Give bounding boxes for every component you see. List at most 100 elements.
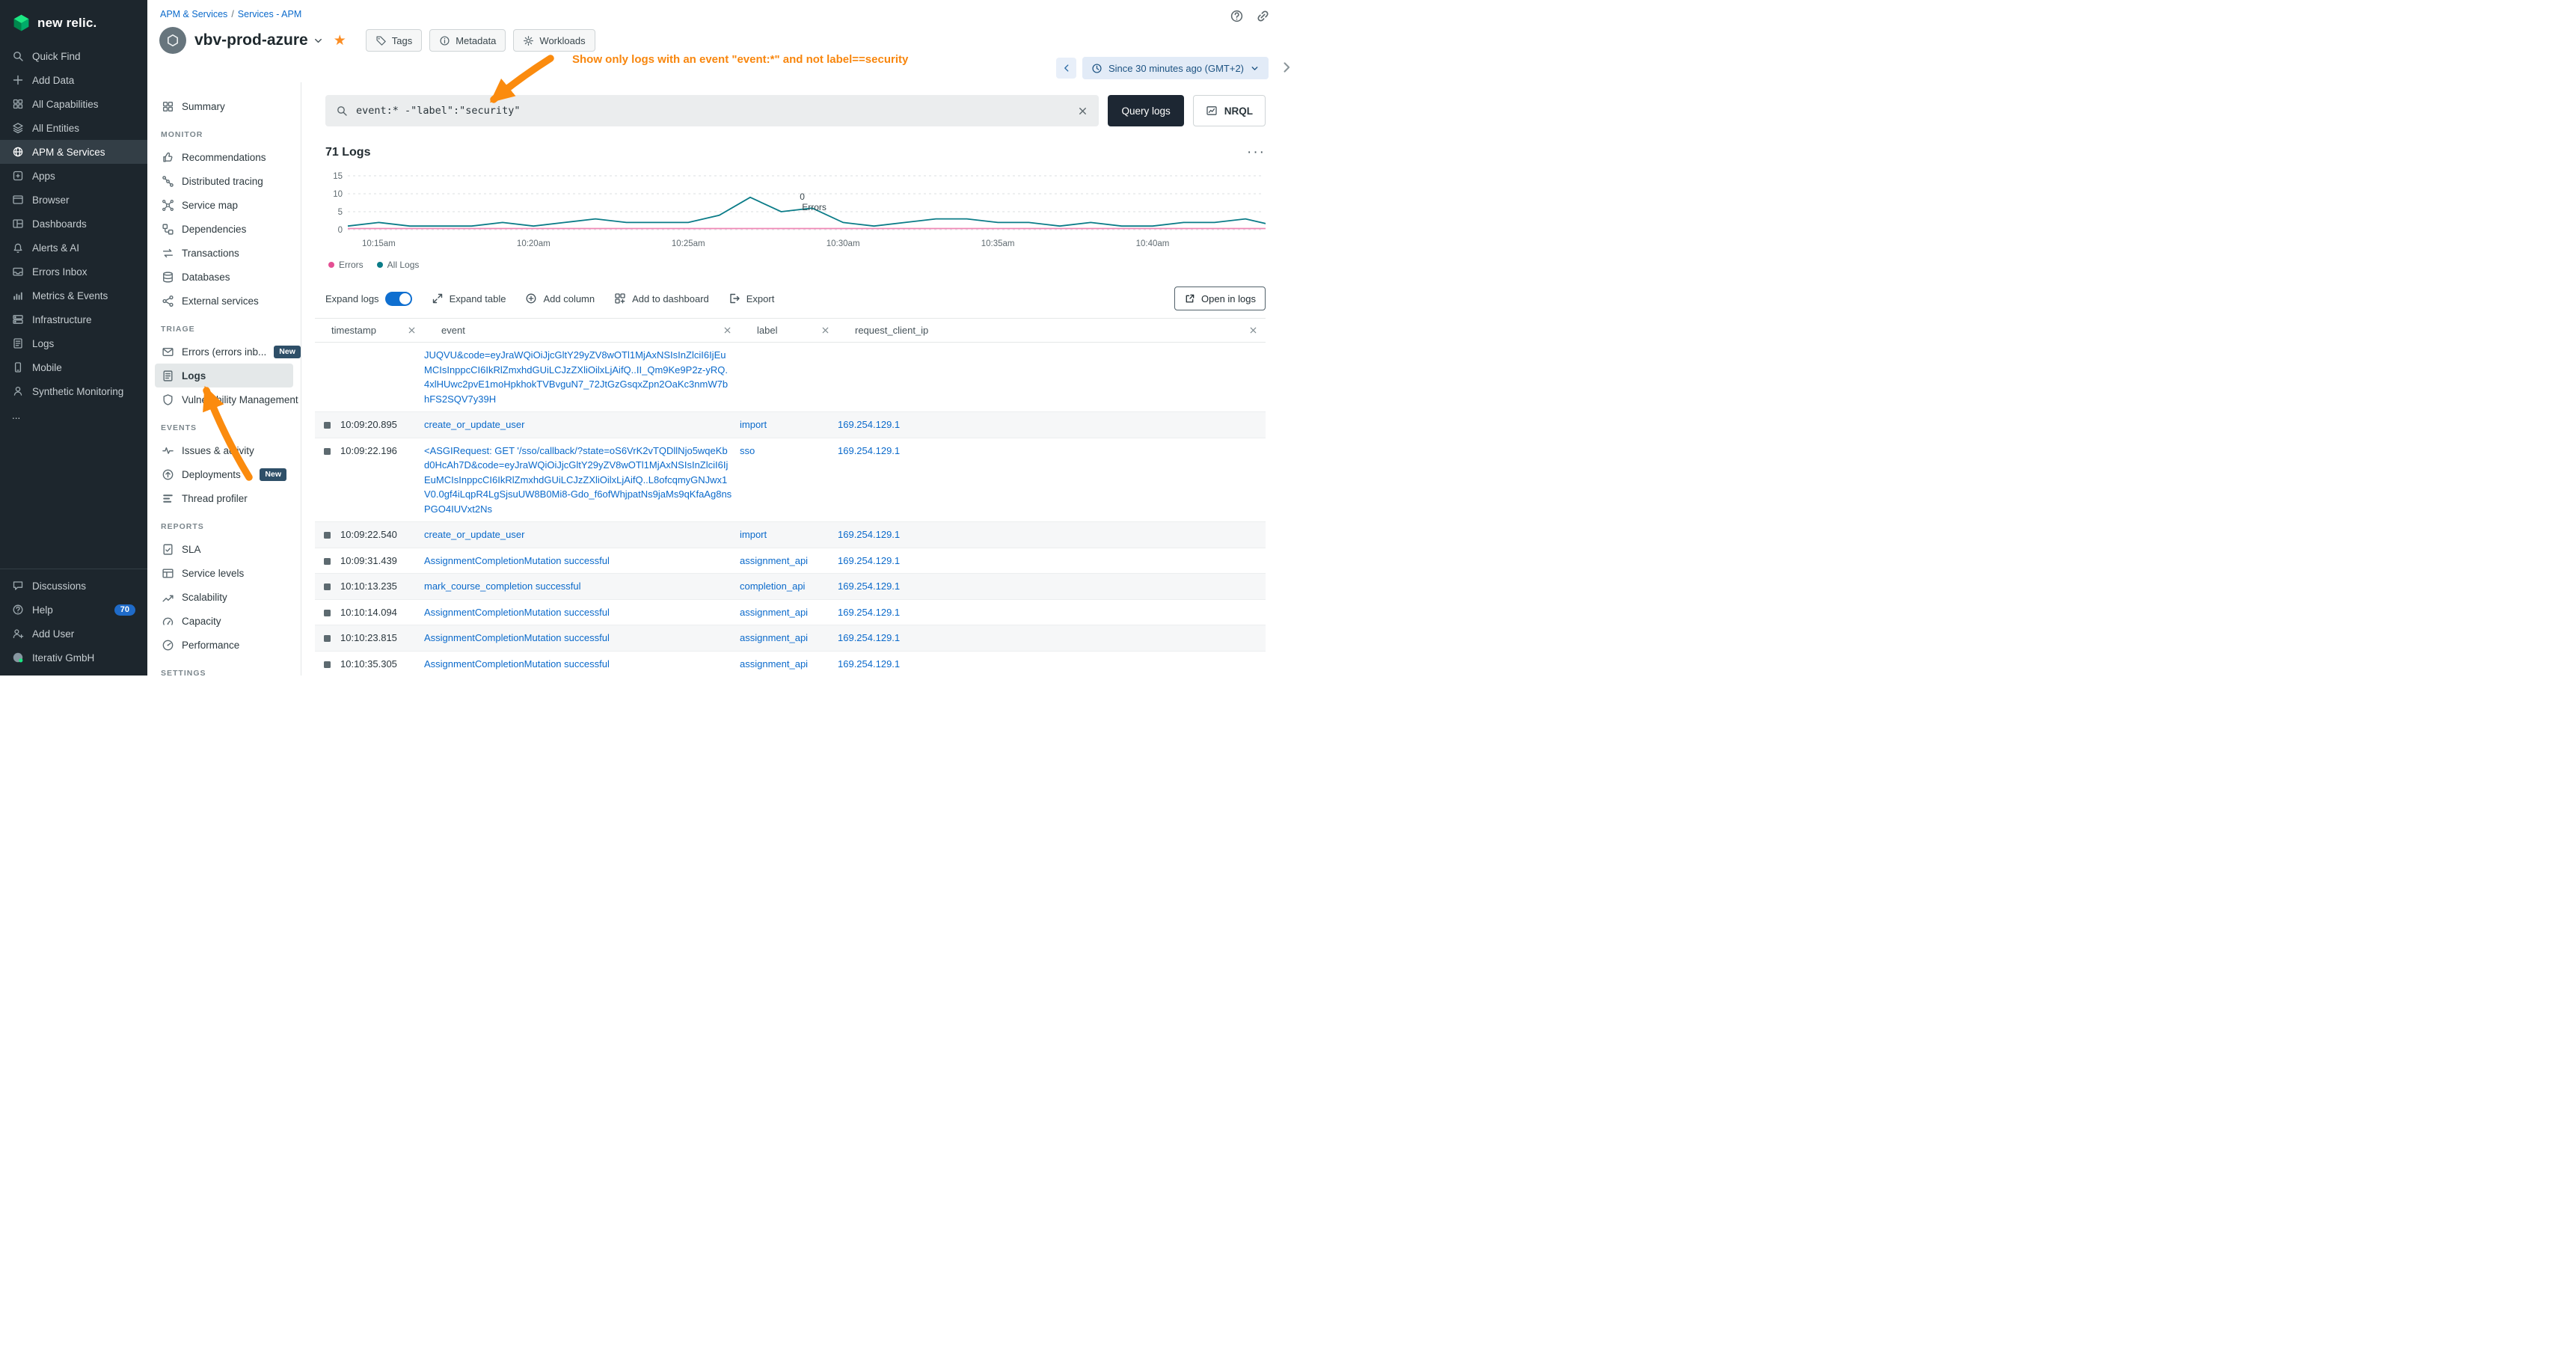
sidebar-item-browser[interactable]: Browser — [0, 188, 147, 212]
favorite-star-icon[interactable]: ★ — [334, 34, 346, 48]
event-link[interactable]: create_or_update_user — [424, 419, 524, 430]
remove-column-icon[interactable] — [407, 325, 417, 335]
column-header-event[interactable]: event — [424, 319, 740, 342]
export-button[interactable]: Export — [729, 292, 775, 304]
nav-item-databases[interactable]: Databases — [155, 265, 293, 289]
sidebar-item-errors-inbox[interactable]: Errors Inbox — [0, 260, 147, 284]
sidebar-item-apm-services[interactable]: APM & Services — [0, 140, 147, 164]
ip-link[interactable]: 169.254.129.1 — [838, 658, 900, 670]
log-row[interactable]: 10:09:31.439AssignmentCompletionMutation… — [315, 548, 1266, 575]
legend-item-errors[interactable]: Errors — [328, 260, 364, 270]
ip-link[interactable]: 169.254.129.1 — [838, 529, 900, 540]
log-row[interactable]: 10:09:22.540create_or_update_userimport1… — [315, 522, 1266, 548]
sidebar-item-dashboards[interactable]: Dashboards — [0, 212, 147, 236]
remove-column-icon[interactable] — [821, 325, 830, 335]
sidebar-item-all-entities[interactable]: All Entities — [0, 116, 147, 140]
help-circle-icon[interactable] — [1230, 9, 1244, 23]
ip-link[interactable]: 169.254.129.1 — [838, 419, 900, 430]
sidebar-item-discussions[interactable]: Discussions — [0, 574, 147, 598]
ip-link[interactable]: 169.254.129.1 — [838, 607, 900, 618]
nav-item-distributed-tracing[interactable]: Distributed tracing — [155, 169, 293, 193]
clear-query-icon[interactable] — [1077, 105, 1088, 117]
sidebar-item-logs[interactable]: Logs — [0, 331, 147, 355]
nav-item-recommendations[interactable]: Recommendations — [155, 145, 293, 169]
sidebar-item-mobile[interactable]: Mobile — [0, 355, 147, 379]
nav-item-performance[interactable]: Performance — [155, 633, 293, 657]
remove-column-icon[interactable] — [1248, 325, 1258, 335]
label-link[interactable]: assignment_api — [740, 632, 808, 643]
label-link[interactable]: import — [740, 529, 767, 540]
column-header-label[interactable]: label — [740, 319, 838, 342]
logs-timeseries-chart[interactable]: 05101510:15am10:20am10:25am10:30am10:35a… — [325, 165, 1266, 257]
nav-item-service-levels[interactable]: Service levels — [155, 561, 293, 585]
nav-item-deployments[interactable]: DeploymentsNew — [155, 462, 293, 486]
expand-table-button[interactable]: Expand table — [432, 292, 506, 304]
row-select-icon[interactable] — [324, 558, 331, 565]
nav-item-vulnerability-management[interactable]: Vulnerability Management — [155, 387, 293, 411]
sidebar-item-add-user[interactable]: Add User — [0, 622, 147, 646]
sidebar-item-apps[interactable]: Apps — [0, 164, 147, 188]
row-select-icon[interactable] — [324, 610, 331, 616]
row-select-icon[interactable] — [324, 448, 331, 455]
nrql-button[interactable]: NRQL — [1193, 95, 1266, 126]
ip-link[interactable]: 169.254.129.1 — [838, 445, 900, 456]
add-to-dashboard-button[interactable]: Add to dashboard — [614, 292, 709, 304]
ip-link[interactable]: 169.254.129.1 — [838, 580, 900, 592]
row-select-icon[interactable] — [324, 635, 331, 642]
event-link[interactable]: AssignmentCompletionMutation successful — [424, 555, 610, 566]
tags-button[interactable]: Tags — [366, 29, 422, 52]
row-select-icon[interactable] — [324, 661, 331, 668]
open-in-logs-button[interactable]: Open in logs — [1174, 287, 1266, 310]
log-row[interactable]: JUQVU&code=eyJraWQiOiJjcGltY29yZV8wOTl1M… — [315, 343, 1266, 412]
nav-item-transactions[interactable]: Transactions — [155, 241, 293, 265]
breadcrumb-link[interactable]: Services - APM — [238, 9, 301, 19]
nav-item-capacity[interactable]: Capacity — [155, 609, 293, 633]
event-link[interactable]: JUQVU&code=eyJraWQiOiJjcGltY29yZV8wOTl1M… — [424, 349, 728, 405]
label-link[interactable]: assignment_api — [740, 658, 808, 670]
log-row[interactable]: 10:10:14.094AssignmentCompletionMutation… — [315, 600, 1266, 626]
label-link[interactable]: assignment_api — [740, 607, 808, 618]
label-link[interactable]: completion_api — [740, 580, 805, 592]
sidebar-item-alerts-ai[interactable]: Alerts & AI — [0, 236, 147, 260]
log-row[interactable]: 10:09:22.196<ASGIRequest: GET '/sso/call… — [315, 438, 1266, 523]
sidebar-item-iterativ-gmbh[interactable]: Iterativ GmbH — [0, 646, 147, 670]
expand-logs-toggle[interactable] — [385, 292, 412, 306]
sidebar-item-infrastructure[interactable]: Infrastructure — [0, 307, 147, 331]
chevron-down-icon[interactable] — [313, 35, 324, 46]
event-link[interactable]: AssignmentCompletionMutation successful — [424, 607, 610, 618]
page-title[interactable]: vbv-prod-azure — [194, 31, 308, 49]
log-query-input[interactable]: event:* -"label":"security" — [325, 95, 1099, 126]
nav-item-summary[interactable]: Summary — [155, 94, 293, 118]
permalink-icon[interactable] — [1256, 9, 1270, 23]
event-link[interactable]: AssignmentCompletionMutation successful — [424, 632, 610, 643]
time-back-button[interactable] — [1056, 58, 1076, 79]
sidebar-item-metrics-events[interactable]: Metrics & Events — [0, 284, 147, 307]
sidebar-item-all-capabilities[interactable]: All Capabilities — [0, 92, 147, 116]
nav-item-logs[interactable]: Logs — [155, 364, 293, 387]
column-header-timestamp[interactable]: timestamp — [315, 319, 424, 342]
nav-item-dependencies[interactable]: Dependencies — [155, 217, 293, 241]
event-link[interactable]: mark_course_completion successful — [424, 580, 581, 592]
event-link[interactable]: AssignmentCompletionMutation successful — [424, 658, 610, 670]
time-picker[interactable]: Since 30 minutes ago (GMT+2) — [1082, 57, 1269, 79]
ip-link[interactable]: 169.254.129.1 — [838, 555, 900, 566]
label-link[interactable]: import — [740, 419, 767, 430]
event-link[interactable]: create_or_update_user — [424, 529, 524, 540]
add-column-button[interactable]: Add column — [525, 292, 595, 304]
nav-item-thread-profiler[interactable]: Thread profiler — [155, 486, 293, 510]
row-select-icon[interactable] — [324, 583, 331, 590]
sidebar-item-item[interactable]: ... — [0, 403, 147, 427]
more-menu-icon[interactable]: ··· — [1247, 148, 1266, 156]
log-row[interactable]: 10:10:23.815AssignmentCompletionMutation… — [315, 625, 1266, 652]
column-header-request-client-ip[interactable]: request_client_ip — [838, 319, 1266, 342]
legend-item-all-logs[interactable]: All Logs — [377, 260, 420, 270]
row-select-icon[interactable] — [324, 532, 331, 539]
nav-item-sla[interactable]: SLA — [155, 537, 293, 561]
remove-column-icon[interactable] — [723, 325, 732, 335]
newrelic-logo[interactable]: new relic. — [0, 7, 147, 44]
metadata-button[interactable]: Metadata — [429, 29, 506, 52]
nav-item-errors-errors-inb[interactable]: Errors (errors inb...New — [155, 340, 293, 364]
log-row[interactable]: 10:10:35.305AssignmentCompletionMutation… — [315, 652, 1266, 676]
log-row[interactable]: 10:09:20.895create_or_update_userimport1… — [315, 412, 1266, 438]
event-link[interactable]: <ASGIRequest: GET '/sso/callback/?state=… — [424, 445, 732, 515]
